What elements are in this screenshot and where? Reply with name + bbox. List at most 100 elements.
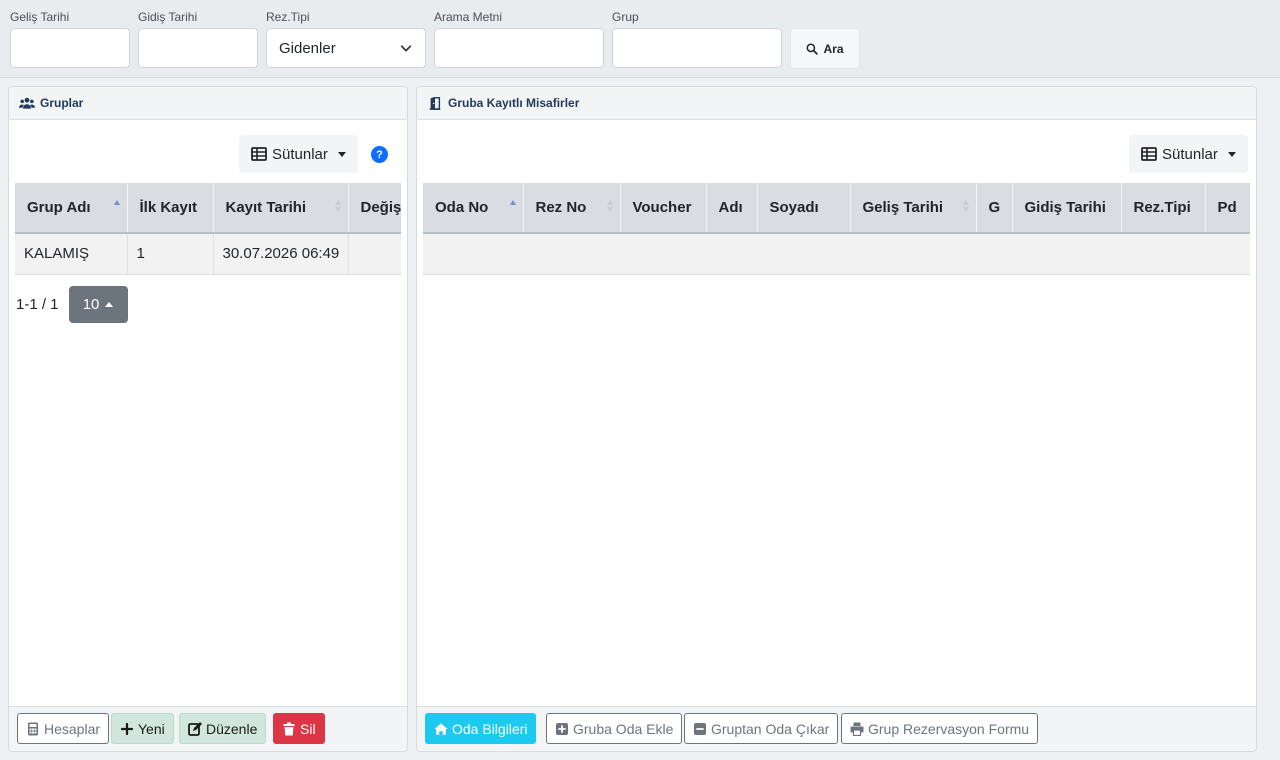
chevron-down-icon bbox=[400, 45, 412, 52]
groups-panel-title: Gruplar bbox=[40, 96, 84, 110]
rez-tipi-value: Gidenler bbox=[279, 39, 336, 57]
sort-asc-icon bbox=[509, 200, 517, 214]
page-size-dropdown[interactable]: 10 bbox=[68, 286, 128, 323]
calculator-icon bbox=[28, 722, 38, 735]
grup-field: Grup bbox=[612, 10, 782, 68]
add-room-to-group-button[interactable]: Gruba Oda Ekle bbox=[546, 713, 683, 744]
room-info-label: Oda Bilgileri bbox=[452, 720, 528, 737]
edit-label: Düzenle bbox=[206, 720, 258, 737]
cell-degis bbox=[348, 233, 401, 275]
col-header-label: İlk Kayıt bbox=[139, 199, 198, 216]
groups-panel-header: Gruplar bbox=[9, 87, 407, 120]
rez-tipi-select[interactable]: Gidenler bbox=[266, 28, 426, 68]
col-header-g[interactable]: G bbox=[976, 183, 1013, 234]
col-header-label: Grup Adı bbox=[27, 199, 91, 216]
arama-label: Arama Metni bbox=[434, 10, 503, 24]
rez-tipi-label: Rez.Tipi bbox=[266, 10, 310, 24]
groups-table-wrap: Grup Adı İlk Kayıt Kayıt Tarihi Değiş KA… bbox=[15, 183, 401, 275]
search-button[interactable]: Ara bbox=[790, 28, 860, 69]
minus-square-icon bbox=[694, 722, 706, 735]
grup-label: Grup bbox=[612, 10, 639, 24]
sort-icon bbox=[962, 200, 970, 214]
group-reservation-form-button[interactable]: Grup Rezervasyon Formu bbox=[841, 713, 1039, 744]
guests-columns-button[interactable]: Sütunlar bbox=[1129, 135, 1248, 173]
plus-square-icon bbox=[556, 722, 568, 735]
delete-button[interactable]: Sil bbox=[273, 713, 325, 744]
col-header-rez-no[interactable]: Rez No bbox=[523, 183, 621, 234]
search-button-label: Ara bbox=[823, 41, 844, 56]
edit-button[interactable]: Düzenle bbox=[179, 713, 267, 744]
pager-text: 1-1 / 1 bbox=[16, 296, 59, 313]
remove-room-label: Gruptan Oda Çıkar bbox=[711, 720, 830, 737]
cell-ilk-kayit: 1 bbox=[127, 233, 214, 275]
gidis-field: Gidiş Tarihi bbox=[138, 10, 258, 68]
col-header-label: Rez No bbox=[535, 199, 587, 216]
cell-grup-adi: KALAMIŞ bbox=[15, 233, 128, 275]
add-room-label: Gruba Oda Ekle bbox=[573, 720, 674, 737]
col-header-label: G bbox=[988, 199, 1001, 216]
guests-columns-label: Sütunlar bbox=[1162, 145, 1218, 163]
col-header-soyadi[interactable]: Soyadı bbox=[757, 183, 851, 234]
arama-field: Arama Metni bbox=[434, 10, 604, 68]
gelis-field: Geliş Tarihi bbox=[10, 10, 130, 68]
new-label: Yeni bbox=[138, 720, 165, 737]
col-header-ilk-kayit[interactable]: İlk Kayıt bbox=[127, 183, 214, 234]
grup-input[interactable] bbox=[612, 28, 782, 68]
home-icon bbox=[434, 722, 448, 735]
gelis-label: Geliş Tarihi bbox=[10, 10, 70, 24]
table-icon bbox=[1141, 147, 1157, 161]
edit-icon bbox=[188, 721, 202, 736]
col-header-label: Gidiş Tarihi bbox=[1024, 199, 1106, 216]
empty-row bbox=[423, 233, 1250, 275]
col-header-label: Adı bbox=[718, 199, 743, 216]
gelis-date-input[interactable] bbox=[10, 28, 130, 68]
table-row[interactable]: KALAMIŞ 1 30.07.2026 06:49 bbox=[15, 233, 401, 275]
col-header-oda-no[interactable]: Oda No bbox=[423, 183, 524, 234]
groups-columns-label: Sütunlar bbox=[272, 145, 328, 163]
users-icon bbox=[19, 97, 35, 109]
groups-panel: Gruplar Sütunlar ? Grup Adı İlk Kayıt Ka… bbox=[8, 86, 408, 752]
caret-down-icon bbox=[1227, 151, 1236, 157]
col-header-rez-tipi[interactable]: Rez.Tipi bbox=[1121, 183, 1206, 234]
caret-down-icon bbox=[337, 151, 346, 157]
col-header-degis[interactable]: Değiş bbox=[348, 183, 401, 234]
delete-label: Sil bbox=[300, 720, 316, 737]
col-header-pd[interactable]: Pd bbox=[1205, 183, 1250, 234]
gidis-date-input[interactable] bbox=[138, 28, 258, 68]
col-header-voucher[interactable]: Voucher bbox=[620, 183, 707, 234]
groups-panel-footer: Hesaplar Yeni Düzenle Sil bbox=[9, 706, 407, 751]
page-size-value: 10 bbox=[82, 296, 100, 313]
search-icon bbox=[807, 43, 819, 55]
col-header-grup-adi[interactable]: Grup Adı bbox=[15, 183, 128, 234]
remove-room-from-group-button[interactable]: Gruptan Oda Çıkar bbox=[684, 713, 839, 744]
hesaplar-label: Hesaplar bbox=[44, 720, 101, 737]
sort-icon bbox=[334, 200, 342, 214]
new-button[interactable]: Yeni bbox=[111, 713, 174, 744]
empty-cell bbox=[423, 233, 1250, 275]
groups-columns-button[interactable]: Sütunlar bbox=[239, 135, 358, 173]
group-reservation-form-label: Grup Rezervasyon Formu bbox=[868, 720, 1030, 737]
gidis-label: Gidiş Tarihi bbox=[138, 10, 198, 24]
col-header-adi[interactable]: Adı bbox=[706, 183, 758, 234]
plus-icon bbox=[120, 722, 134, 735]
col-header-gidis-tarihi[interactable]: Gidiş Tarihi bbox=[1012, 183, 1122, 234]
arama-input[interactable] bbox=[434, 28, 604, 68]
room-info-button[interactable]: Oda Bilgileri bbox=[425, 713, 537, 744]
col-header-gelis-tarihi[interactable]: Geliş Tarihi bbox=[850, 183, 977, 234]
sort-asc-icon bbox=[113, 200, 121, 214]
col-header-label: Geliş Tarihi bbox=[862, 199, 944, 216]
hesaplar-button[interactable]: Hesaplar bbox=[17, 713, 110, 744]
groups-pager: 1-1 / 1 10 bbox=[16, 286, 128, 323]
trash-icon bbox=[283, 722, 295, 735]
filter-bar: Geliş Tarihi Gidiş Tarihi Rez.Tipi Giden… bbox=[0, 0, 1280, 78]
guests-panel-footer: Oda Bilgileri Gruba Oda Ekle Gruptan Oda… bbox=[417, 706, 1256, 751]
sort-icon bbox=[606, 200, 614, 214]
guests-table: Oda No Rez No Voucher Adı Soyadı Geliş T… bbox=[423, 183, 1250, 275]
help-icon[interactable]: ? bbox=[371, 146, 388, 163]
table-icon bbox=[251, 147, 267, 161]
guests-table-wrap: Oda No Rez No Voucher Adı Soyadı Geliş T… bbox=[423, 183, 1250, 275]
caret-up-icon bbox=[105, 302, 114, 307]
col-header-kayit-tarihi[interactable]: Kayıt Tarihi bbox=[213, 183, 349, 234]
groups-table: Grup Adı İlk Kayıt Kayıt Tarihi Değiş KA… bbox=[15, 183, 401, 275]
cell-kayit-tarihi: 30.07.2026 06:49 bbox=[213, 233, 349, 275]
